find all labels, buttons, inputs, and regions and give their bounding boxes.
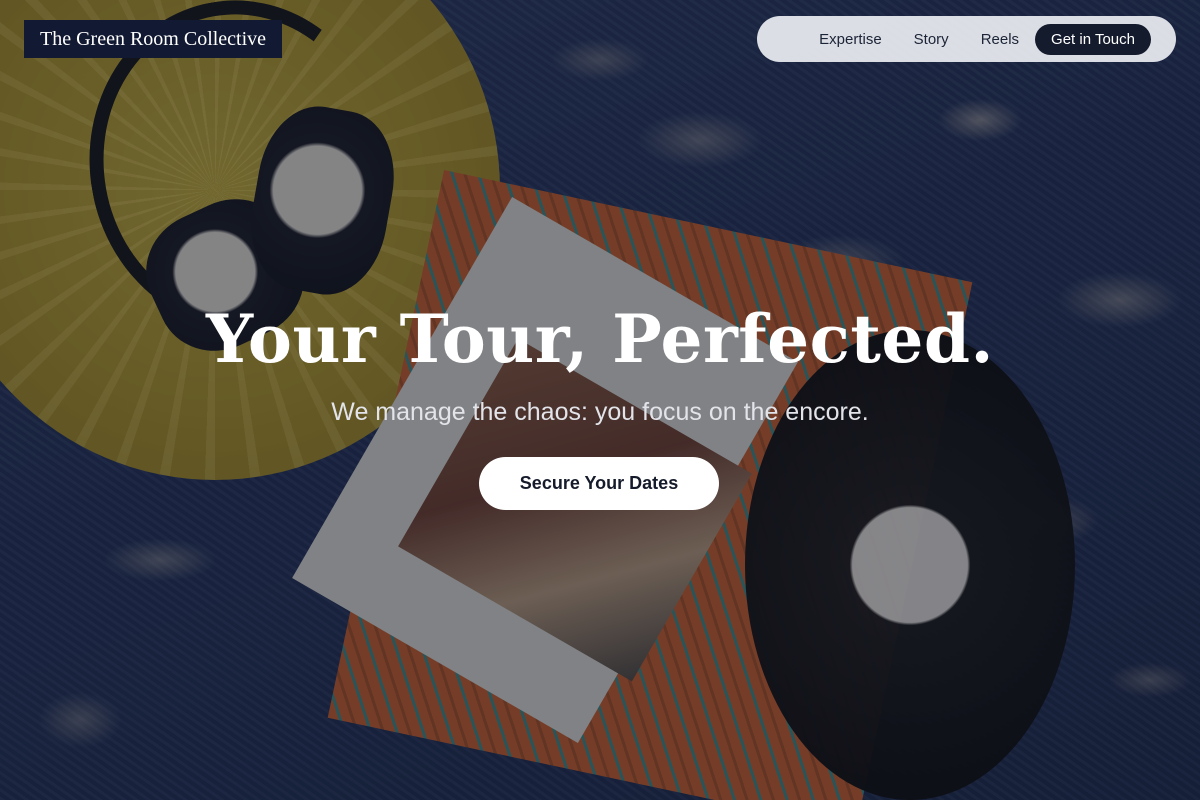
nav-link-expertise[interactable]: Expertise — [803, 24, 898, 55]
hero-subtitle: We manage the chaos: you focus on the en… — [331, 398, 869, 426]
hero-title: Your Tour, Perfected. — [206, 300, 994, 378]
main-nav: Expertise Story Reels Get in Touch — [757, 16, 1176, 62]
secure-dates-button[interactable]: Secure Your Dates — [479, 457, 719, 510]
nav-link-story[interactable]: Story — [898, 24, 965, 55]
get-in-touch-button[interactable]: Get in Touch — [1035, 23, 1151, 55]
brand-logo[interactable]: The Green Room Collective — [24, 20, 283, 58]
nav-link-reels[interactable]: Reels — [965, 24, 1035, 55]
